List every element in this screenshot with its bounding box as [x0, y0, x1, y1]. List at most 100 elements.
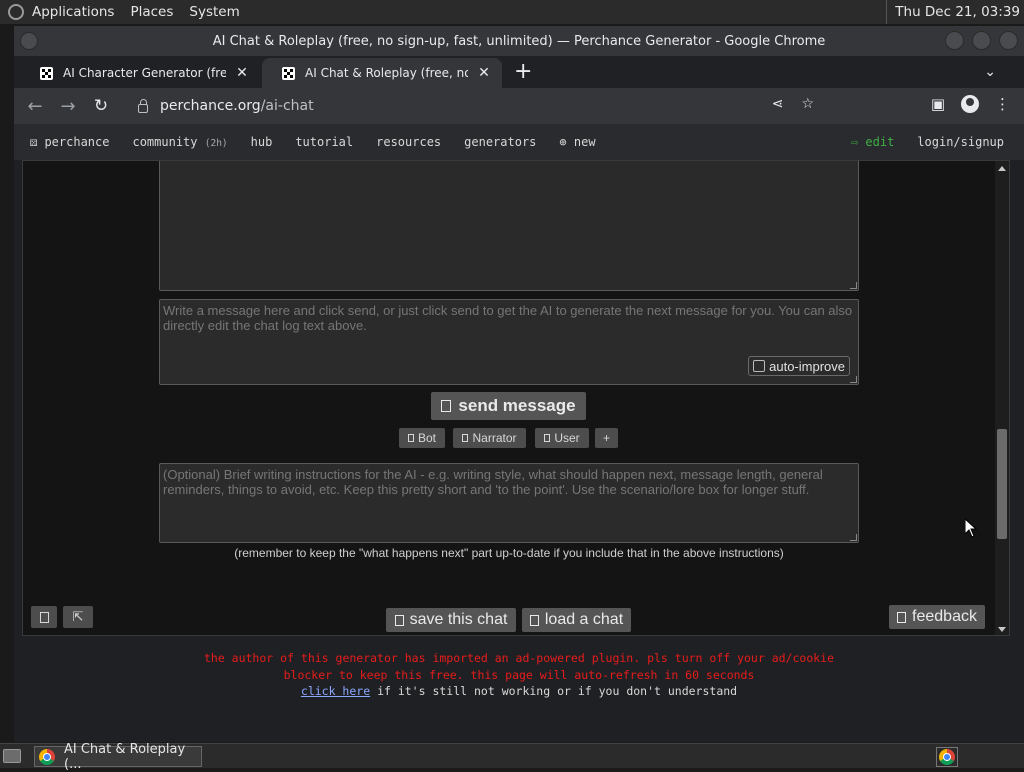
bot-button[interactable]: Bot [399, 428, 445, 448]
close-window-button[interactable] [999, 31, 1018, 50]
auto-improve-checkbox[interactable] [753, 360, 766, 372]
bottom-taskbar: AI Chat & Roleplay (... [0, 742, 1024, 772]
nav-community[interactable]: community (2h) [132, 135, 227, 149]
resize-grip-icon[interactable] [850, 534, 857, 541]
square-icon [39, 611, 49, 623]
community-badge: (2h) [204, 138, 228, 149]
add-label: + [602, 431, 610, 445]
perchance-favicon-icon [40, 66, 53, 80]
bot-label: Bot [417, 431, 436, 445]
add-character-button[interactable]: + [595, 428, 618, 448]
save-label: save this chat [409, 611, 508, 628]
window-titlebar[interactable]: AI Chat & Roleplay (free, no sign-up, fa… [14, 26, 1024, 56]
writing-instructions-input[interactable]: (Optional) Brief writing instructions fo… [159, 463, 859, 543]
url-host: perchance.org [160, 98, 261, 114]
save-chat-button[interactable]: save this chat [386, 608, 516, 632]
feedback-button[interactable]: feedback [889, 605, 985, 629]
nav-login-signup[interactable]: login/signup [917, 135, 1004, 149]
user-button[interactable]: User [535, 428, 589, 448]
nav-hub[interactable]: hub [251, 135, 273, 149]
ad-notice-line-1: the author of this generator has importe… [203, 651, 835, 665]
ad-blocker-notice: the author of this generator has importe… [14, 650, 1024, 700]
tab-ai-chat[interactable]: AI Chat & Roleplay (free, no si ✕ [262, 58, 502, 88]
feedback-icon [897, 611, 907, 623]
clock[interactable]: Thu Dec 21, 03:39 [886, 0, 1024, 24]
scroll-down-arrow-icon[interactable] [998, 627, 1006, 632]
user-icon [544, 434, 551, 442]
gnome-logo-icon[interactable] [8, 4, 24, 20]
expand-button[interactable]: ⇱ [63, 606, 93, 628]
close-icon[interactable]: ✕ [476, 65, 492, 81]
chevron-down-icon[interactable]: ⌄ [984, 64, 996, 80]
menu-places[interactable]: Places [130, 4, 173, 20]
tray-chrome-launcher[interactable] [936, 747, 958, 767]
nav-edit[interactable]: ⇨ edit [851, 135, 894, 149]
chrome-icon [939, 749, 955, 765]
forward-button[interactable]: → [56, 96, 80, 117]
perchance-favicon-icon [282, 66, 295, 80]
send-label: send message [458, 396, 576, 415]
click-here-link[interactable]: click here [301, 684, 370, 698]
lock-icon[interactable] [138, 98, 148, 113]
iframe-scrollbar[interactable] [995, 161, 1009, 635]
edit-icon: ⇨ [850, 135, 859, 149]
nav-right: ⇨ edit login/signup [851, 135, 1024, 149]
url-path: /ai-chat [260, 98, 314, 114]
narrator-button[interactable]: Narrator [453, 428, 526, 448]
auto-improve-label: auto-improve [769, 358, 845, 374]
site-nav: perchance community (2h) hub tutorial re… [14, 124, 1024, 160]
nav-resources[interactable]: resources [376, 135, 441, 149]
maximize-button[interactable] [972, 31, 991, 50]
auto-improve-toggle[interactable]: auto-improve [748, 356, 850, 376]
scroll-up-arrow-icon[interactable] [998, 166, 1006, 171]
chrome-icon [39, 748, 55, 765]
page-content: perchance community (2h) hub tutorial re… [14, 124, 1024, 742]
side-panel-icon[interactable]: ▣ [931, 95, 945, 113]
bookmark-star-icon[interactable]: ☆ [801, 96, 814, 112]
ad-notice-line-3: click here if it's still not working or … [14, 683, 1024, 700]
nav-new-label: new [573, 135, 596, 149]
user-label: User [554, 431, 580, 445]
minimize-button[interactable] [945, 31, 964, 50]
tab-label: AI Chat & Roleplay (free, no si [305, 66, 468, 80]
more-menu-icon[interactable]: ⋮ [995, 95, 1010, 113]
load-icon [529, 614, 539, 626]
toolbar-right: ▣ ⋮ [931, 95, 1010, 113]
menu-system[interactable]: System [189, 4, 239, 20]
nav-new[interactable]: ⊕ new [559, 135, 595, 149]
ad-notice-line-2: blocker to keep this free. this page wil… [283, 667, 755, 682]
top-panel: Applications Places System Thu Dec 21, 0… [0, 0, 1024, 24]
reload-button[interactable]: ↻ [89, 96, 113, 116]
chat-log-textarea[interactable] [159, 161, 859, 291]
profile-avatar-icon[interactable] [961, 95, 979, 113]
load-label: load a chat [544, 611, 624, 628]
nav-tutorial[interactable]: tutorial [295, 135, 353, 149]
omnibox-actions: ⋖ ☆ [772, 96, 814, 112]
load-chat-button[interactable]: load a chat [522, 608, 631, 632]
show-desktop-icon[interactable] [3, 749, 21, 763]
narrator-label: Narrator [472, 431, 517, 445]
window-menu-button[interactable] [20, 32, 38, 50]
nav-generators[interactable]: generators [464, 135, 536, 149]
nav-perchance[interactable]: perchance [30, 135, 109, 149]
taskbar-chrome-window[interactable]: AI Chat & Roleplay (... [34, 742, 202, 772]
tab-strip: AI Character Generator (free, ✕ AI Chat … [14, 56, 1024, 88]
arrow-up-left-icon: ⇱ [72, 609, 84, 625]
browser-toolbar: ← → ↻ perchance.org/ai-chat ⋖ ☆ ▣ ⋮ [14, 88, 1024, 124]
send-message-button[interactable]: send message [431, 392, 586, 420]
message-input[interactable]: Write a message here and click send, or … [159, 299, 859, 385]
new-tab-button[interactable]: + [514, 60, 532, 84]
instructions-placeholder: (Optional) Brief writing instructions fo… [163, 467, 823, 497]
menu-applications[interactable]: Applications [32, 4, 114, 20]
back-button[interactable]: ← [23, 96, 47, 117]
settings-square-button[interactable] [31, 606, 57, 628]
ad-notice-line-3-text: if it's still not working or if you don'… [370, 684, 738, 698]
resize-grip-icon[interactable] [850, 282, 857, 289]
tab-character-generator[interactable]: AI Character Generator (free, ✕ [20, 58, 260, 88]
share-icon[interactable]: ⋖ [772, 96, 784, 112]
feedback-label: feedback [912, 608, 977, 625]
close-icon[interactable]: ✕ [234, 65, 250, 81]
resize-grip-icon[interactable] [850, 376, 857, 383]
plus-circle-icon: ⊕ [559, 135, 567, 149]
scrollbar-thumb[interactable] [997, 429, 1007, 539]
